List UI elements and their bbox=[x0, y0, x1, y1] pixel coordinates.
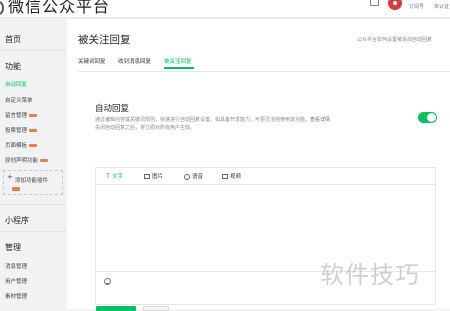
sidebar-item-page-templates[interactable]: 页面模板 bbox=[5, 141, 38, 149]
sidebar-item-label: 自动回复 bbox=[5, 82, 28, 88]
sidebar-item-messages[interactable]: 消息管理 bbox=[5, 262, 27, 270]
editor-tab-label: 语音 bbox=[192, 174, 204, 180]
verify-status-label[interactable]: 未认证 bbox=[434, 4, 449, 10]
details-link[interactable]: 查看详情 bbox=[310, 117, 330, 123]
sidebar-item-users[interactable]: 用户管理 bbox=[5, 277, 27, 285]
sidebar-item-votes[interactable]: 投票管理 bbox=[5, 126, 38, 134]
top-bar: 微信公众平台 订阅号 未认证 bbox=[0, 0, 450, 18]
new-badge bbox=[29, 113, 38, 118]
sidebar-item-auto-reply[interactable]: 自动回复 bbox=[5, 80, 27, 88]
sidebar-item-label: 投票管理 bbox=[5, 128, 28, 134]
section-title: 自动回复 bbox=[95, 104, 130, 114]
sidebar-item-mini-program[interactable]: 小程序 bbox=[5, 215, 29, 226]
platform-logo[interactable]: 微信公众平台 bbox=[0, 0, 110, 17]
new-badge bbox=[40, 158, 49, 163]
sidebar-item-originality[interactable]: 原创声明功能 bbox=[5, 156, 49, 164]
description-text: 通过编辑内容或关键词规则，快速进行自动回复设置。如具备开发能力，可更灵活地使用该… bbox=[95, 117, 311, 123]
auto-reply-toggle[interactable] bbox=[418, 112, 437, 123]
new-badge bbox=[29, 143, 38, 148]
editor-tab-video[interactable]: 视频 bbox=[222, 172, 241, 180]
sidebar-item-home[interactable]: 首页 bbox=[5, 34, 21, 45]
editor-tab-label: 图片 bbox=[152, 174, 164, 180]
sidebar: 首页 功能 自动回复 自定义菜单 留言管理 投票管理 页面模板 原创声明功能 +… bbox=[0, 19, 67, 309]
sidebar-item-comments[interactable]: 留言管理 bbox=[5, 111, 38, 119]
new-badge bbox=[29, 128, 38, 133]
sidebar-item-custom-menu[interactable]: 自定义菜单 bbox=[5, 96, 33, 104]
image-icon bbox=[144, 174, 150, 179]
emoji-icon[interactable] bbox=[104, 278, 111, 285]
new-badge bbox=[12, 187, 20, 191]
video-icon bbox=[222, 174, 228, 179]
voice-icon bbox=[184, 173, 190, 180]
editor-tab-voice[interactable]: 语音 bbox=[184, 172, 203, 180]
wechat-logo-icon bbox=[0, 0, 4, 15]
sidebar-divider bbox=[0, 204, 67, 205]
section-description: 通过编辑内容或关键词规则，快速进行自动回复设置。如具备开发能力，可更灵活地使用该… bbox=[95, 116, 373, 132]
account-avatar[interactable] bbox=[388, 0, 402, 10]
sidebar-group-manage: 管理 bbox=[5, 243, 21, 252]
help-link[interactable]: 公众平台如何设置被添加自动回复 bbox=[357, 36, 432, 43]
sidebar-divider bbox=[0, 50, 67, 51]
active-tab-indicator bbox=[164, 67, 194, 69]
page-title: 被关注回复 bbox=[78, 34, 131, 46]
add-plugin-button[interactable]: + 添加功能插件 bbox=[3, 170, 63, 195]
editor-tab-label: 文字 bbox=[111, 174, 123, 180]
sidebar-item-label: 自定义菜单 bbox=[5, 98, 33, 104]
logo-text: 微信公众平台 bbox=[8, 0, 111, 16]
watermark-text: 软件技巧 bbox=[320, 261, 420, 289]
sidebar-item-label: 页面模板 bbox=[5, 143, 28, 149]
sidebar-item-materials[interactable]: 素材管理 bbox=[5, 292, 27, 300]
text-icon: T bbox=[106, 172, 110, 180]
account-info: 订阅号 未认证 bbox=[409, 3, 450, 10]
editor-toolbar: T 文字 图片 语音 视频 bbox=[96, 168, 435, 185]
account-type-label: 订阅号 bbox=[409, 4, 425, 10]
mail-icon[interactable] bbox=[370, 0, 379, 6]
editor-tab-text[interactable]: T 文字 bbox=[106, 172, 123, 180]
tabs-divider bbox=[78, 71, 450, 72]
add-plugin-label: 添加功能插件 bbox=[15, 178, 49, 184]
plus-icon: + bbox=[7, 173, 13, 181]
sidebar-item-label: 原创声明功能 bbox=[5, 158, 39, 164]
editor-tab-image[interactable]: 图片 bbox=[144, 172, 163, 180]
sidebar-divider bbox=[0, 231, 67, 232]
tab-keyword-reply[interactable]: 关键词回复 bbox=[78, 57, 106, 65]
sidebar-item-label: 留言管理 bbox=[5, 113, 28, 119]
description-text-2: 关闭自动回复之后，将立即对所有用户生效。 bbox=[95, 125, 196, 131]
toggle-knob bbox=[427, 113, 436, 122]
sidebar-group-features: 功能 bbox=[5, 62, 21, 71]
tab-message-reply[interactable]: 收到消息回复 bbox=[118, 57, 151, 65]
editor-tab-label: 视频 bbox=[230, 174, 242, 180]
tab-follow-reply[interactable]: 被关注回复 bbox=[164, 57, 192, 65]
